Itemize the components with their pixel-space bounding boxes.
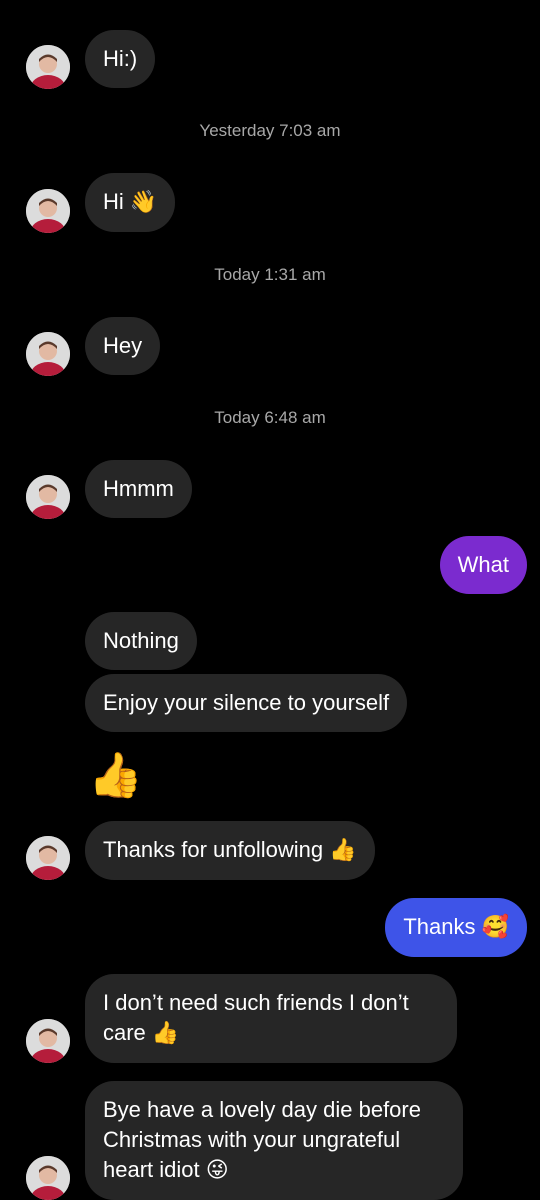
contact-avatar[interactable] [26, 475, 70, 519]
thumbs-up-icon: 👍 [329, 838, 357, 863]
message-text: What [457, 552, 509, 577]
received-message-bubble[interactable]: Hmmm [85, 460, 192, 518]
message-text: Enjoy your silence to yourself [103, 690, 390, 715]
message-text: Nothing [103, 628, 179, 653]
message-text: Hi:) [103, 46, 138, 71]
received-message-bubble[interactable]: Hey [85, 317, 161, 375]
received-message-bubble[interactable]: Bye have a lovely day die before Christm… [85, 1081, 463, 1200]
received-message-bubble[interactable]: Thanks for unfollowing 👍 [85, 821, 375, 880]
timestamp: Today 6:48 am [214, 408, 326, 427]
contact-avatar[interactable] [26, 836, 70, 880]
avatar-photo-icon [26, 475, 70, 519]
avatar-photo-icon [26, 189, 70, 233]
received-message-bubble[interactable]: Nothing [85, 612, 197, 670]
received-message-bubble[interactable]: Hi 👋 [85, 173, 176, 232]
smiling-face-with-hearts-icon: 🥰 [481, 915, 509, 940]
message-thread: Hi:) Yesterday 7:03 am Hi 👋 Today 1:31 a… [0, 0, 540, 1200]
received-message-bubble[interactable]: Enjoy your silence to yourself [85, 674, 408, 732]
avatar-photo-icon [26, 836, 70, 880]
message-text: Hmmm [103, 476, 174, 501]
thumbs-up-icon: 👍 [151, 1021, 180, 1046]
avatar-photo-icon [26, 1019, 70, 1063]
timestamp: Yesterday 7:03 am [199, 121, 341, 140]
contact-avatar[interactable] [26, 332, 70, 376]
sent-message-bubble[interactable]: What [439, 536, 527, 594]
message-text: Hey [103, 333, 143, 358]
avatar-photo-icon [26, 332, 70, 376]
timestamp: Today 1:31 am [214, 265, 326, 284]
contact-avatar[interactable] [26, 1019, 70, 1063]
message-text: I don’t need such friends I don’t care [103, 990, 409, 1045]
contact-avatar[interactable] [26, 1156, 70, 1200]
winking-face-with-tongue-icon: 😜 [205, 1158, 229, 1183]
message-text: Bye have a lovely day die before Christm… [103, 1097, 421, 1182]
sent-message-bubble[interactable]: Thanks 🥰 [385, 898, 527, 957]
message-text: Thanks for unfollowing [103, 837, 324, 862]
avatar-photo-icon [26, 1156, 70, 1200]
received-message-bubble[interactable]: Hi:) [85, 30, 156, 88]
message-text: Thanks [403, 914, 476, 939]
contact-avatar[interactable] [26, 189, 70, 233]
thumbs-up-icon[interactable]: 👍 [88, 752, 143, 800]
received-message-bubble[interactable]: I don’t need such friends I don’t care 👍 [85, 974, 457, 1063]
contact-avatar[interactable] [26, 45, 70, 89]
waving-hand-icon: 👋 [129, 190, 158, 215]
message-text: Hi [103, 189, 124, 214]
avatar-photo-icon [26, 45, 70, 89]
